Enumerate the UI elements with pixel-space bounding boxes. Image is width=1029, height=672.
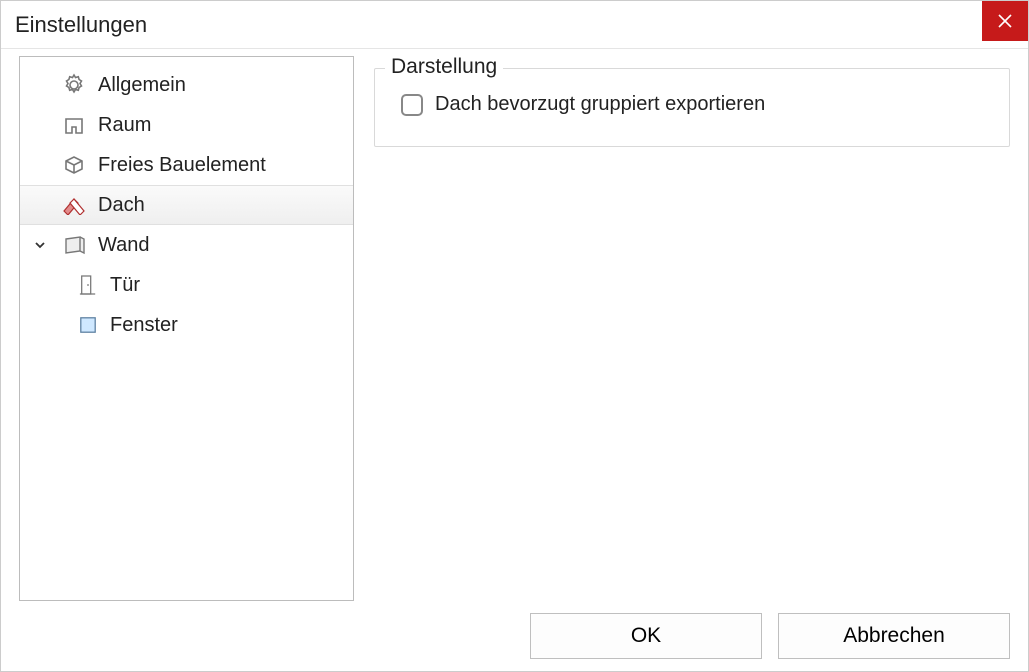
roof-icon bbox=[60, 191, 88, 219]
tree-item-raum[interactable]: Raum bbox=[20, 105, 353, 145]
category-tree[interactable]: Allgemein Raum Freies Bauelement bbox=[19, 56, 354, 601]
tree-item-label: Dach bbox=[98, 194, 145, 217]
tree-item-label: Wand bbox=[98, 234, 150, 257]
tree-item-fenster[interactable]: Fenster bbox=[20, 305, 353, 345]
tree-item-label: Raum bbox=[98, 114, 151, 137]
groupbox-title: Darstellung bbox=[385, 55, 503, 79]
window-icon bbox=[76, 313, 100, 337]
close-icon bbox=[998, 14, 1012, 28]
tree-item-bauelement[interactable]: Freies Bauelement bbox=[20, 145, 353, 185]
tree-item-allgemein[interactable]: Allgemein bbox=[20, 65, 353, 105]
tree-item-label: Freies Bauelement bbox=[98, 154, 266, 177]
wall-icon bbox=[60, 231, 88, 259]
titlebar: Einstellungen bbox=[1, 1, 1028, 49]
ok-button[interactable]: OK bbox=[530, 613, 762, 659]
groupbox-darstellung: Darstellung Dach bevorzugt gruppiert exp… bbox=[374, 68, 1010, 147]
dialog-footer: OK Abbrechen bbox=[530, 613, 1010, 659]
checkbox-label: Dach bevorzugt gruppiert exportieren bbox=[435, 93, 765, 116]
close-button[interactable] bbox=[982, 1, 1028, 41]
tree-item-dach[interactable]: Dach bbox=[20, 185, 353, 225]
tree-item-wand[interactable]: Wand bbox=[20, 225, 353, 265]
dialog-title: Einstellungen bbox=[15, 12, 147, 38]
tree-item-label: Tür bbox=[110, 274, 140, 297]
room-icon bbox=[60, 111, 88, 139]
door-icon bbox=[76, 273, 100, 297]
checkbox-dach-gruppiert[interactable] bbox=[401, 94, 423, 116]
checkbox-row[interactable]: Dach bevorzugt gruppiert exportieren bbox=[395, 93, 989, 116]
gear-icon bbox=[60, 71, 88, 99]
tree-item-tuer[interactable]: Tür bbox=[20, 265, 353, 305]
box3d-icon bbox=[60, 151, 88, 179]
chevron-down-icon[interactable] bbox=[30, 239, 50, 251]
tree-item-label: Fenster bbox=[110, 314, 178, 337]
cancel-button[interactable]: Abbrechen bbox=[778, 613, 1010, 659]
settings-panel: Darstellung Dach bevorzugt gruppiert exp… bbox=[374, 56, 1010, 601]
tree-item-label: Allgemein bbox=[98, 74, 186, 97]
content-area: Allgemein Raum Freies Bauelement bbox=[19, 56, 1010, 601]
